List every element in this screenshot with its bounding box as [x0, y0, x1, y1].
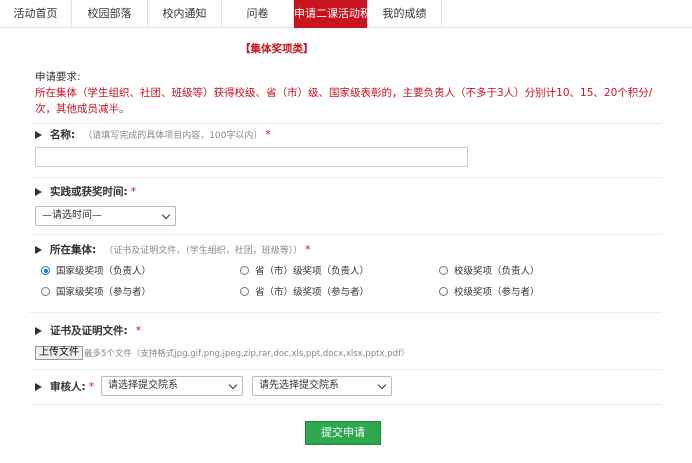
time-field-label: 实践或获奖时间: * [35, 184, 136, 199]
reviewer-field-label: 审核人: * [35, 379, 94, 394]
radio-national-leader[interactable]: 国家级奖项（负责人） [41, 263, 151, 277]
radio-national-member[interactable]: 国家级奖项（参与者） [41, 284, 151, 298]
requirements-text: 所在集体（学生组织、社团、班级等）获得校级、省（市）级、国家级表彰的，主要负责人… [35, 87, 653, 115]
divider [30, 234, 662, 235]
collective-hint: （证书及证明文件，（学生组织，社团，班级等）） [104, 246, 303, 256]
requirements-label: 申请要求: [35, 71, 81, 83]
radio-unchecked-icon[interactable] [240, 287, 249, 296]
tab-campus-notice[interactable]: 校内通知 [148, 0, 222, 28]
name-field-label: 名称: （请填写完成的具体项目内容，100字以内） * [35, 127, 271, 142]
name-input[interactable] [35, 147, 468, 167]
required-asterisk: * [88, 381, 94, 393]
chevron-down-icon [228, 380, 238, 390]
tab-apply-credit[interactable]: 申请二课活动积 [294, 0, 368, 28]
submit-application-button[interactable]: 提交申请 [305, 421, 381, 445]
radio-school-leader[interactable]: 校级奖项（负责人） [439, 263, 540, 277]
radio-provincial-leader[interactable]: 省（市）级奖项（负责人） [240, 263, 369, 277]
radio-unchecked-icon[interactable] [439, 287, 448, 296]
upload-hint: 最多5个文件（支持格式jpg,gif,png,jpeg,zip,rar,doc,… [84, 349, 410, 359]
divider [30, 312, 662, 313]
top-nav: 活动首页 校园部落 校内通知 问卷 申请二课活动积 我的成绩 [0, 0, 692, 28]
chevron-down-icon [161, 210, 171, 220]
time-select[interactable]: —请选时间— [35, 206, 176, 226]
collective-field-label: 所在集体: （证书及证明文件，（学生组织，社团，班级等）） * [35, 242, 310, 257]
section-title: 【集体奖项类】 [240, 43, 314, 55]
reviewer-select[interactable]: 请先选择提交院系 [252, 376, 392, 396]
triangle-right-icon [35, 188, 42, 196]
tab-campus-tribe[interactable]: 校园部落 [72, 0, 148, 28]
divider [30, 123, 662, 124]
divider [30, 369, 662, 370]
name-hint: （请填写完成的具体项目内容，100字以内） [83, 131, 263, 141]
triangle-right-icon [35, 327, 42, 335]
triangle-right-icon [35, 131, 42, 139]
radio-checked-icon[interactable] [41, 266, 50, 275]
required-asterisk: * [305, 244, 311, 256]
radio-unchecked-icon[interactable] [439, 266, 448, 275]
required-asterisk: * [130, 186, 136, 198]
triangle-right-icon [35, 246, 42, 254]
tab-my-scores[interactable]: 我的成绩 [368, 0, 442, 28]
radio-school-member[interactable]: 校级奖项（参与者） [439, 284, 540, 298]
divider [30, 177, 662, 178]
required-asterisk: * [265, 129, 271, 141]
certificate-field-label: 证书及证明文件: * [35, 323, 141, 338]
radio-unchecked-icon[interactable] [41, 287, 50, 296]
tab-survey[interactable]: 问卷 [222, 0, 294, 28]
triangle-right-icon [35, 383, 42, 391]
divider [30, 404, 662, 405]
upload-file-button[interactable]: 上传文件 [35, 346, 83, 360]
radio-provincial-member[interactable]: 省（市）级奖项（参与者） [240, 284, 369, 298]
tab-activity-home[interactable]: 活动首页 [0, 0, 72, 28]
chevron-down-icon [377, 380, 387, 390]
college-select[interactable]: 请选择提交院系 [101, 376, 243, 396]
radio-unchecked-icon[interactable] [240, 266, 249, 275]
required-asterisk: * [135, 325, 141, 337]
